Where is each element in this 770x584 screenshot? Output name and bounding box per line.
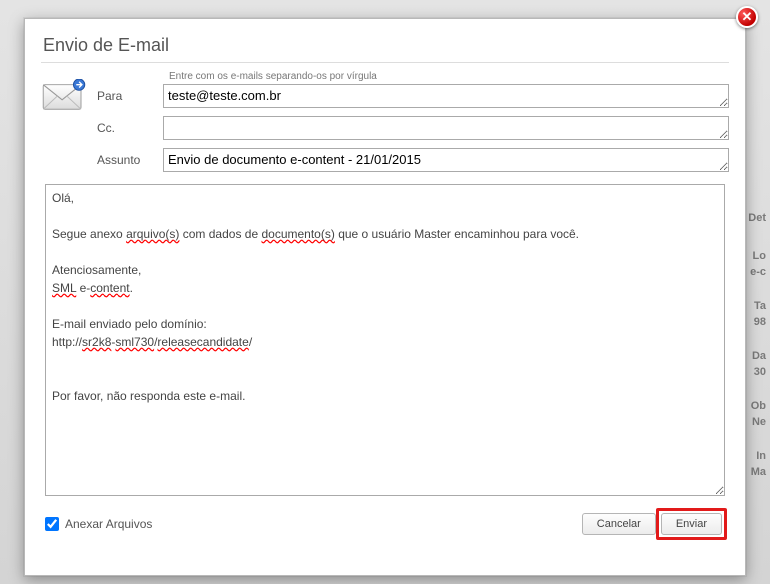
cc-label: Cc. — [93, 121, 163, 135]
send-button[interactable]: Enviar — [661, 513, 722, 535]
cancel-button[interactable]: Cancelar — [582, 513, 656, 535]
bg-text: Ma — [751, 466, 766, 478]
email-send-dialog: Envio de E-mail Entre com os e-mails s — [24, 18, 746, 576]
field-cc: Cc. — [93, 116, 729, 140]
bg-text: 98 — [754, 316, 766, 328]
divider — [41, 62, 729, 63]
body-textarea[interactable]: Olá, Segue anexo arquivo(s) com dados de… — [45, 184, 725, 496]
bg-text: Lo — [753, 250, 766, 262]
bg-text: Da — [752, 350, 766, 362]
bg-text: e-c — [750, 266, 766, 278]
attach-files-toggle[interactable]: Anexar Arquivos — [45, 517, 152, 531]
attach-label: Anexar Arquivos — [65, 517, 152, 531]
close-icon: ✕ — [742, 9, 753, 24]
bg-text: In — [756, 450, 766, 462]
dialog-title: Envio de E-mail — [25, 19, 745, 62]
bg-text: Ta — [754, 300, 766, 312]
bg-text: Ne — [752, 416, 766, 428]
field-assunto: Assunto — [93, 148, 729, 172]
cc-input[interactable] — [163, 116, 729, 140]
para-label: Para — [93, 89, 163, 103]
attach-checkbox[interactable] — [45, 517, 59, 531]
send-button-highlight: Enviar — [656, 508, 727, 540]
bg-text: 30 — [754, 366, 766, 378]
assunto-input[interactable] — [163, 148, 729, 172]
field-para: Para — [93, 84, 729, 108]
mail-icon — [41, 71, 93, 116]
recipients-hint: Entre com os e-mails separando-os por ví… — [169, 71, 729, 82]
assunto-label: Assunto — [93, 153, 163, 167]
bg-text: Det — [748, 212, 766, 224]
bg-text: Ob — [751, 400, 766, 412]
para-input[interactable] — [163, 84, 729, 108]
close-button[interactable]: ✕ — [736, 6, 758, 28]
